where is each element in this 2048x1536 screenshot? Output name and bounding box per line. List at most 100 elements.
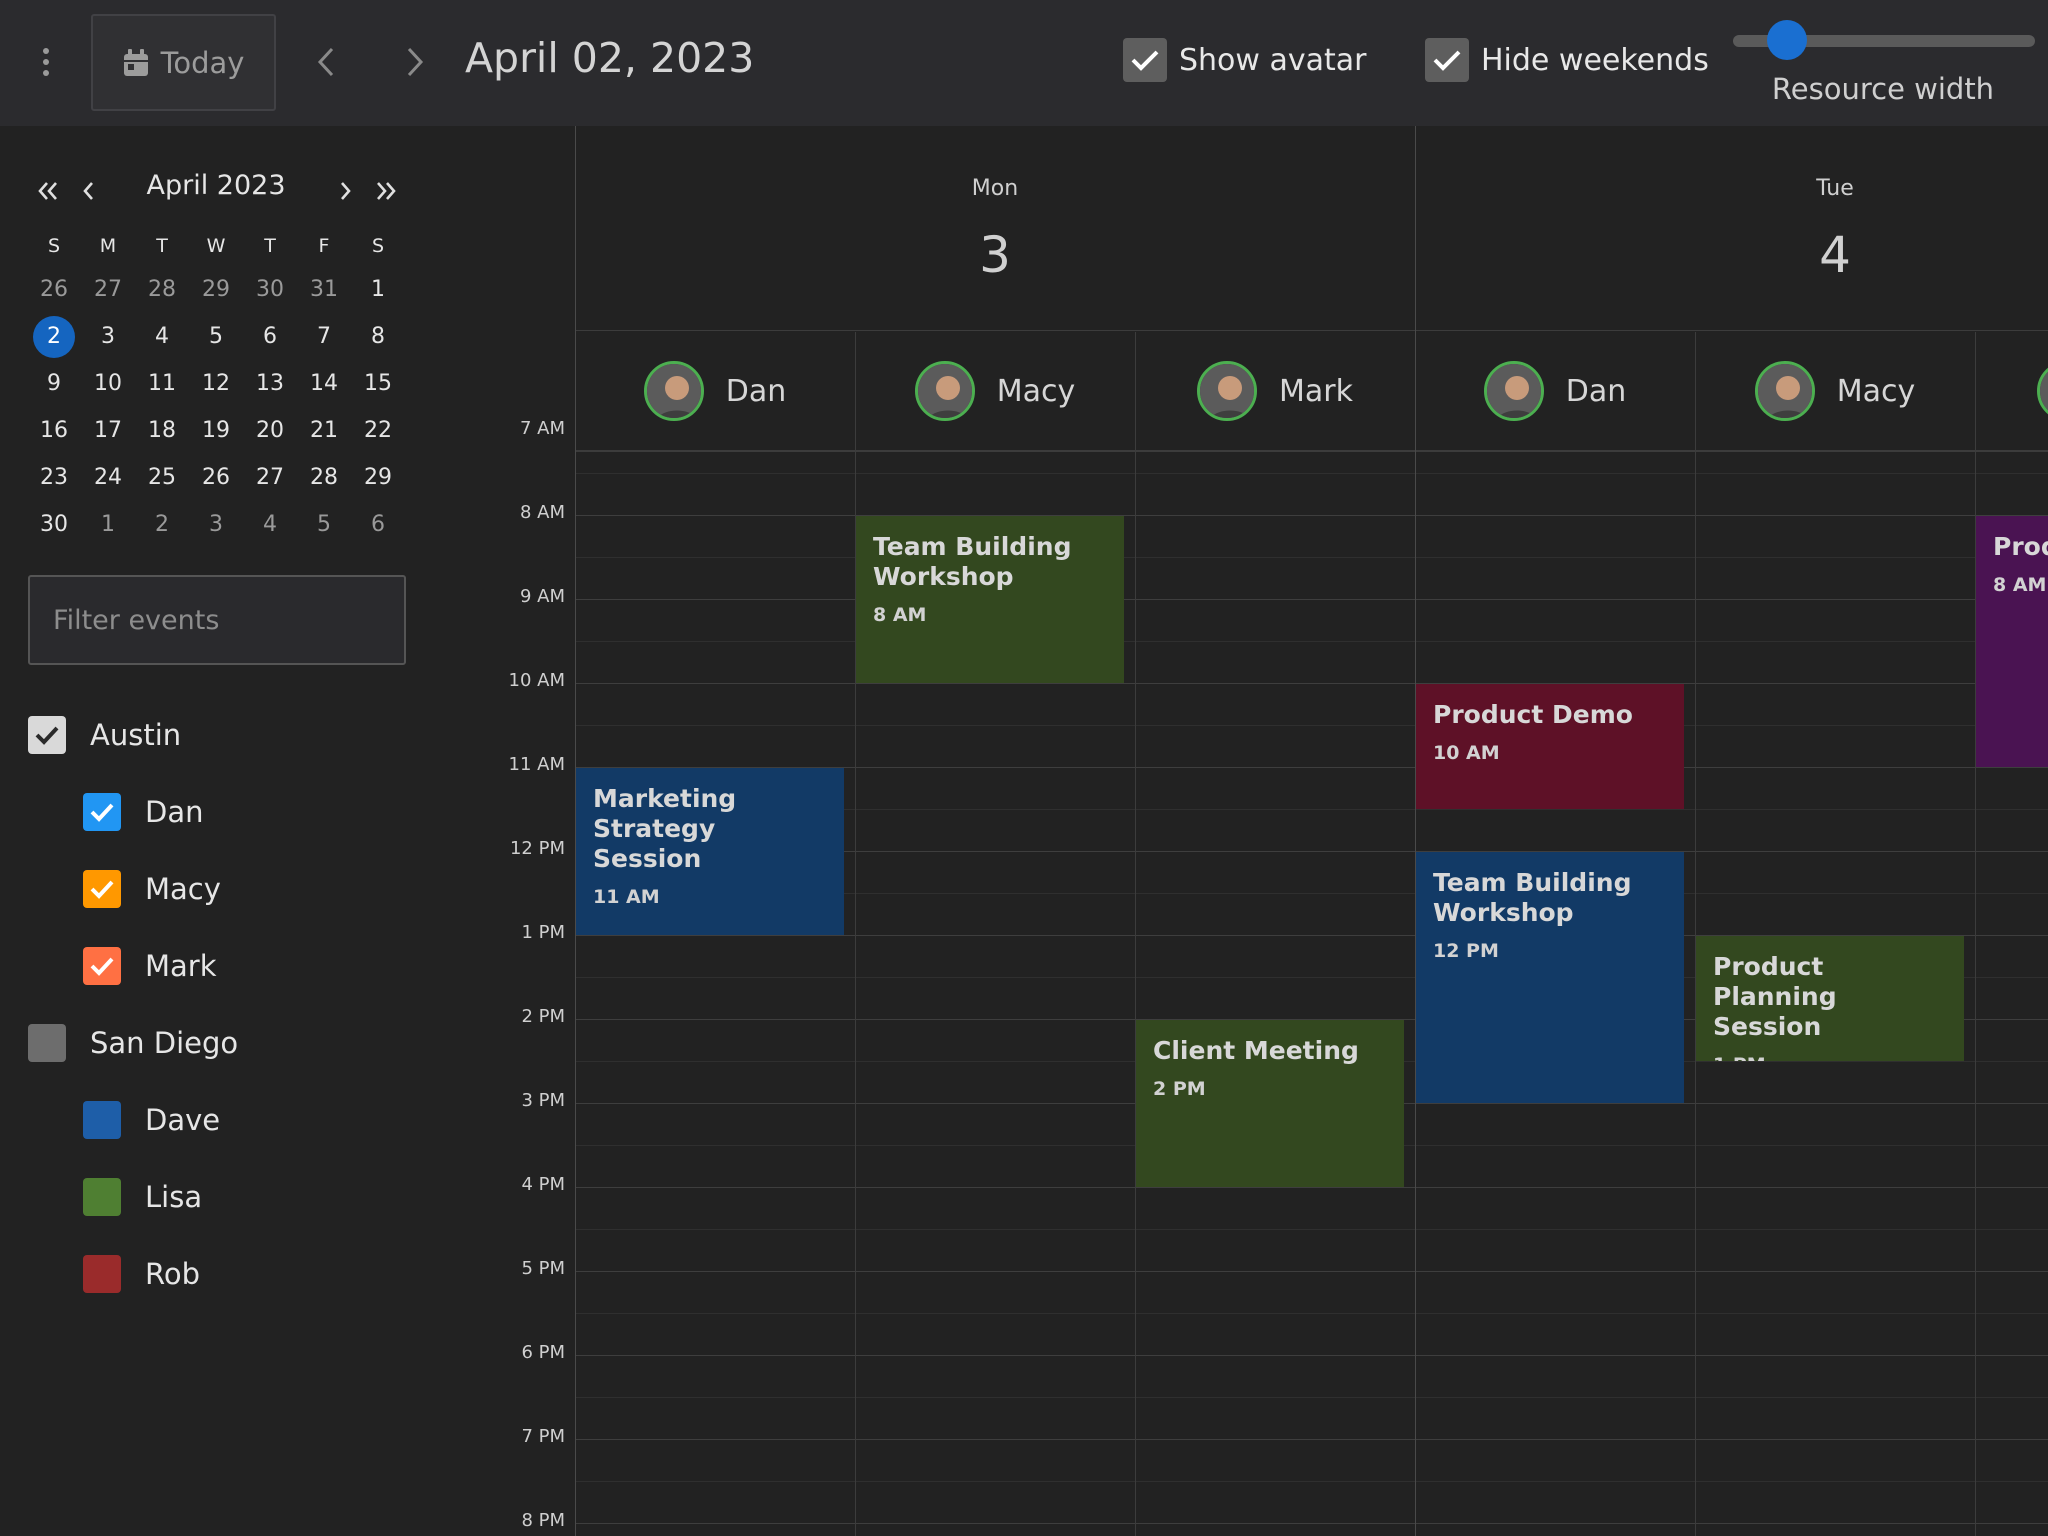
mini-calendar-day[interactable]: 31 [297,266,351,313]
mini-calendar-day[interactable]: 6 [243,313,297,360]
resource-item-dan[interactable]: Dan [83,793,203,831]
mini-calendar-week: 16 17 18 19 20 21 22 [0,407,432,454]
half-hour-line [575,557,2048,558]
mini-calendar-day[interactable]: 13 [243,360,297,407]
resource-divider [1695,332,1696,1536]
hide-weekends-checkbox[interactable]: Hide weekends [1425,38,1709,82]
mini-calendar-day[interactable]: 15 [351,360,405,407]
event-team-building-workshop[interactable]: Team Building Workshop 12 PM [1416,852,1684,1103]
mini-calendar-day[interactable]: 7 [297,313,351,360]
mini-calendar-day[interactable]: 27 [243,454,297,501]
mini-calendar-day[interactable]: 3 [189,501,243,548]
day-number[interactable]: 3 [575,226,1415,284]
mini-calendar-day[interactable]: 1 [81,501,135,548]
mini-calendar-day[interactable]: 30 [27,501,81,548]
mini-calendar-day[interactable]: 16 [27,407,81,454]
mini-calendar-day[interactable]: 26 [189,454,243,501]
mini-calendar-day[interactable]: 4 [135,313,189,360]
mini-calendar-day[interactable]: 10 [81,360,135,407]
toolbar: Today April 02, 2023 Show avatar Hide we… [0,0,2048,126]
hour-line [575,1271,2048,1272]
previous-button[interactable] [302,38,350,86]
filter-events-input[interactable]: Filter events [28,575,406,665]
resource-divider [855,332,856,1536]
mini-calendar-day[interactable]: 25 [135,454,189,501]
mini-calendar-day[interactable]: 4 [243,501,297,548]
resource-width-label: Resource width [1771,72,1995,106]
event-time: 12 PM [1433,940,1499,962]
avatar [1754,361,1815,421]
mini-calendar-day[interactable]: 5 [189,313,243,360]
mini-calendar-day[interactable]: 19 [189,407,243,454]
mini-calendar-day[interactable]: 11 [135,360,189,407]
mini-calendar-day[interactable]: 20 [243,407,297,454]
mini-calendar-grid: S M T W T F S 26 27 28 29 30 31 1 2 3 4 5 6 7 8 9 10 11 12 13 14 15… [0,226,432,548]
event-product-meeting[interactable]: Product Meeting 8 AM [1976,516,2048,767]
mini-calendar-day[interactable]: 9 [27,360,81,407]
mini-calendar-day[interactable]: 12 [189,360,243,407]
event-product-planning-session[interactable]: Product Planning Session 1 PM [1696,936,1964,1061]
time-label: 5 PM [521,1258,565,1279]
resource-width-slider[interactable] [1733,20,2035,60]
resource-item-mark[interactable]: Mark [83,947,217,985]
mini-calendar-day[interactable]: 14 [297,360,351,407]
mini-calendar-day[interactable]: 1 [351,266,405,313]
mini-calendar-day[interactable]: 21 [297,407,351,454]
resource-item-dave[interactable]: Dave [83,1101,220,1139]
avatar [2037,361,2048,421]
double-chevron-right-icon [377,182,396,200]
mini-calendar-day[interactable]: 26 [27,266,81,313]
resource-header: Dan [575,332,855,452]
mini-calendar-week: 26 27 28 29 30 31 1 [0,266,432,313]
mini-calendar-day[interactable]: 6 [351,501,405,548]
event-time: 10 AM [1433,742,1500,764]
resource-item-rob[interactable]: Rob [83,1255,200,1293]
event-team-building-workshop[interactable]: Team Building Workshop 8 AM [856,516,1124,683]
resource-label: Mark [145,949,217,983]
next-year-button[interactable] [366,166,406,216]
mini-calendar-day[interactable]: 2 [135,501,189,548]
mini-calendar-day[interactable]: 29 [351,454,405,501]
half-hour-line [575,1229,2048,1230]
mini-calendar-day[interactable]: 8 [351,313,405,360]
next-month-button[interactable] [326,166,366,216]
event-product-demo[interactable]: Product Demo 10 AM [1416,684,1684,809]
time-label: 8 PM [521,1510,565,1531]
mini-calendar-day[interactable]: 29 [189,266,243,313]
today-button[interactable]: Today [91,14,276,111]
hour-line [575,1439,2048,1440]
more-options-icon[interactable] [36,44,56,80]
next-button[interactable] [391,38,439,86]
avatar [1483,361,1544,421]
mini-calendar-day[interactable]: 23 [27,454,81,501]
resource-item-austin[interactable]: Austin [28,716,181,754]
mini-calendar-day[interactable]: 22 [351,407,405,454]
mini-calendar-day[interactable]: 5 [297,501,351,548]
mini-calendar-day[interactable]: 30 [243,266,297,313]
mini-calendar-day[interactable]: 18 [135,407,189,454]
previous-year-button[interactable] [28,166,68,216]
mini-calendar-day[interactable]: 3 [81,313,135,360]
resource-item-san-diego[interactable]: San Diego [28,1024,238,1062]
mini-calendar-day[interactable]: 24 [81,454,135,501]
time-label: 2 PM [521,1006,565,1027]
event-client-meeting[interactable]: Client Meeting 2 PM [1136,1020,1404,1187]
mini-calendar-day[interactable]: 17 [81,407,135,454]
mini-calendar-day[interactable]: 28 [297,454,351,501]
show-avatar-checkbox[interactable]: Show avatar [1123,38,1367,82]
slider-thumb[interactable] [1767,20,1808,60]
mini-calendar-title[interactable]: April 2023 [136,170,296,201]
mini-calendar-day[interactable]: 28 [135,266,189,313]
show-avatar-label: Show avatar [1179,42,1367,78]
resource-item-macy[interactable]: Macy [83,870,221,908]
resource-label: Rob [145,1257,200,1291]
resource-item-lisa[interactable]: Lisa [83,1178,202,1216]
mini-calendar-day[interactable]: 27 [81,266,135,313]
day-number[interactable]: 4 [1415,226,2048,284]
mini-calendar-day-selected[interactable]: 2 [27,313,81,360]
previous-month-button[interactable] [68,166,108,216]
resource-name: Macy [996,373,1076,409]
time-grid[interactable]: Team Building Workshop 8 AM Marketing Stra… [575,452,2048,1536]
resource-label: Austin [90,718,182,752]
event-marketing-strategy-session[interactable]: Marketing Strategy Session 11 AM [576,768,844,935]
